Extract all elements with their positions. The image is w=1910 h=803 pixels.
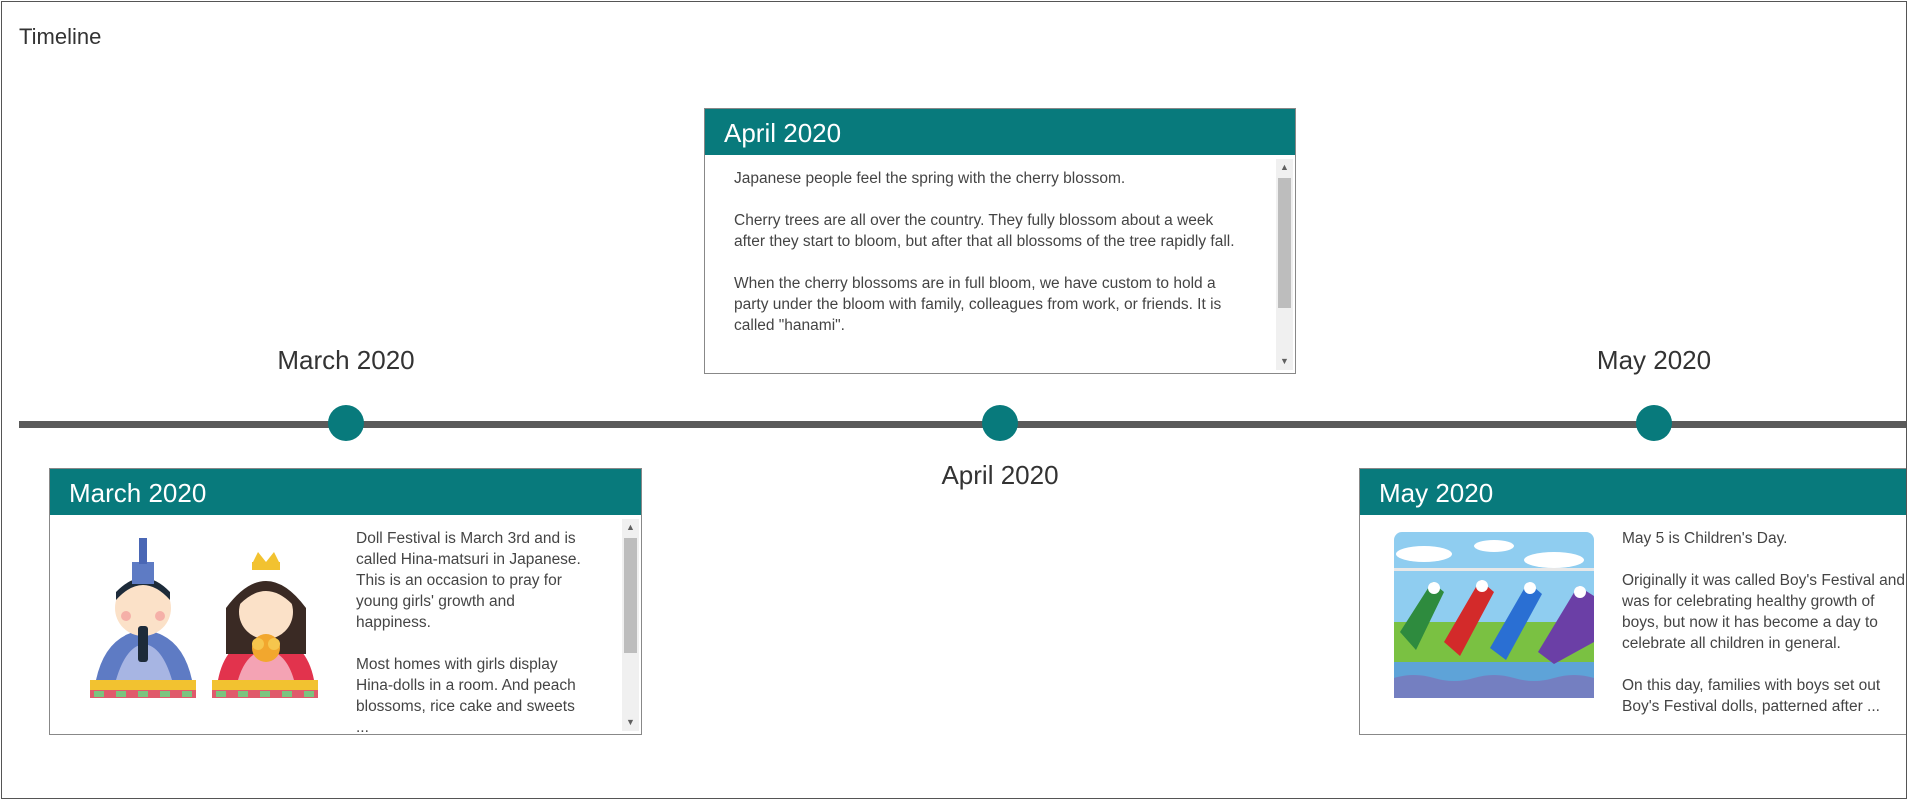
scroll-down-arrow-icon[interactable]: ▼ [622,714,639,731]
scroll-thumb[interactable] [1278,178,1291,308]
scroll-thumb[interactable] [624,538,637,653]
date-label-march: March 2020 [277,345,415,375]
event-card-april: April 2020 Japanese people feel the spri… [704,108,1296,374]
card-scrollbar[interactable]: ▲ ▼ [622,519,639,731]
timeline-axis [19,421,1906,428]
card-paragraph: Most homes with girls display Hina-dolls… [356,656,576,734]
koinobori-image [1394,532,1594,698]
card-body[interactable]: Japanese people feel the spring with the… [705,156,1295,373]
card-paragraph: May 5 is Children's Day. [1622,530,1788,547]
card-paragraph: Cherry trees are all over the country. T… [734,212,1235,250]
card-body[interactable]: Doll Festival is March 3rd and is called… [50,516,641,734]
event-card-march: March 2020 Doll Festival is March 3rd an… [49,468,642,735]
timeline-dot-may[interactable] [1636,405,1672,441]
card-paragraph: Japanese people feel the spring with the… [734,170,1126,187]
card-scrollbar[interactable]: ▲ ▼ [1276,159,1293,370]
scroll-up-arrow-icon[interactable]: ▲ [1276,159,1293,176]
card-paragraph: When the cherry blossoms are in full blo… [734,275,1222,334]
scroll-down-arrow-icon[interactable]: ▼ [1276,353,1293,370]
card-paragraph: Originally it was called Boy's Festival … [1622,572,1905,652]
timeline-dot-april[interactable] [982,405,1018,441]
hina-dolls-image [90,538,318,698]
page-title: Timeline [19,24,102,49]
event-card-may: May 2020 May 5 is Children's Day. Origin… [1359,468,1906,735]
card-header: May 2020 [1360,469,1906,515]
timeline-panel: Timeline March 2020 April 2020 May 2020 … [1,1,1907,799]
card-text: Doll Festival is March 3rd and is called… [356,528,592,734]
date-label-may: May 2020 [1596,345,1712,375]
scroll-up-arrow-icon[interactable]: ▲ [622,519,639,536]
card-paragraph: On this day, families with boys set out … [1622,677,1881,715]
card-text: May 5 is Children's Day. Originally it w… [1622,528,1906,717]
card-body[interactable]: May 5 is Children's Day. Originally it w… [1360,516,1906,734]
card-text: Japanese people feel the spring with the… [734,168,1244,336]
card-header: March 2020 [50,469,641,515]
card-header: April 2020 [705,109,1295,155]
card-paragraph: Doll Festival is March 3rd and is called… [356,530,581,631]
date-label-april: April 2020 [941,460,1059,490]
timeline-dot-march[interactable] [328,405,364,441]
